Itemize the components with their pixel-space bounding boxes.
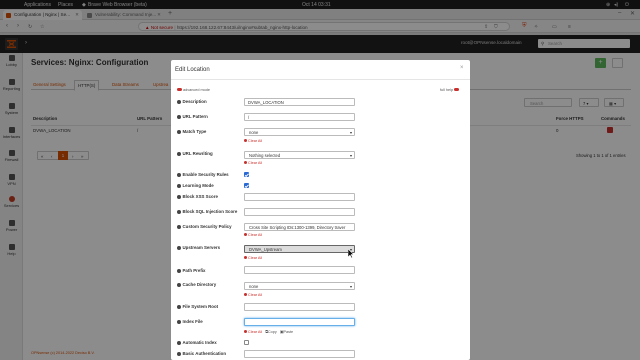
clear-all-link[interactable]: Clear All (244, 330, 262, 334)
clear-all-link[interactable]: Clear All (244, 293, 262, 297)
field-label-file-system-root: File System Root (177, 304, 218, 309)
remove-icon (244, 293, 247, 296)
edit-location-dialog: Edit Location × advanced mode full help … (171, 60, 470, 360)
upstream-servers-select[interactable]: DVWA_Upstream ▾ (244, 245, 355, 253)
automatic-index-checkbox[interactable] (244, 340, 249, 345)
field-label-description: Description (177, 99, 207, 104)
description-input[interactable]: DVWA_LOCATION (244, 98, 355, 106)
remove-icon (244, 139, 247, 142)
field-label-basic-auth: Basic Authentication (177, 351, 226, 356)
clear-all-link[interactable]: Clear All (244, 139, 262, 143)
enable-security-rules-checkbox[interactable] (244, 172, 249, 177)
url-pattern-input[interactable]: / (244, 113, 355, 121)
paste-link[interactable]: ▣Paste (280, 330, 293, 334)
basic-auth-input[interactable] (244, 350, 355, 358)
info-icon[interactable] (177, 282, 181, 287)
field-label-upstream-servers: Upstream Servers (177, 245, 220, 250)
info-icon[interactable] (177, 268, 181, 273)
info-icon[interactable] (177, 151, 181, 156)
clear-all-link[interactable]: Clear All (244, 256, 262, 260)
learning-mode-checkbox[interactable] (244, 183, 249, 188)
dialog-header: Edit Location × (171, 60, 470, 80)
info-icon[interactable] (177, 351, 181, 356)
field-label-learning-mode: Learning Mode (177, 183, 214, 188)
dropdown-caret-icon: ▾ (349, 152, 352, 158)
info-icon[interactable] (177, 209, 181, 214)
sqli-score-input[interactable] (244, 208, 355, 216)
field-label-index-file: Index File (177, 319, 203, 324)
copy-link[interactable]: ⧉Copy (265, 330, 277, 334)
info-icon[interactable] (177, 183, 181, 188)
dropdown-caret-icon: ▾ (349, 283, 352, 289)
remove-icon (244, 256, 247, 259)
path-prefix-input[interactable] (244, 266, 355, 274)
info-icon[interactable] (177, 129, 181, 134)
advanced-mode-toggle[interactable]: advanced mode (177, 88, 210, 92)
field-label-sqli-score: Block SQL Injection Score (177, 209, 237, 214)
field-label-path-prefix: Path Prefix (177, 268, 205, 273)
info-icon[interactable] (177, 304, 181, 309)
index-file-input[interactable] (244, 318, 355, 326)
field-label-enable-security-rules: Enable Security Rules (177, 172, 229, 177)
field-label-cache-directory: Cache Directory (177, 282, 216, 287)
info-icon[interactable] (177, 224, 181, 229)
url-rewriting-select[interactable]: Nothing selected ▾ (244, 151, 355, 159)
field-label-url-pattern: URL Pattern (177, 114, 208, 119)
match-type-select[interactable]: none ▾ (244, 128, 355, 136)
remove-icon (244, 161, 247, 164)
field-label-automatic-index: Automatic Index (177, 340, 217, 345)
field-label-custom-security-policy: Custom Security Policy (177, 224, 232, 229)
info-icon[interactable] (177, 99, 181, 104)
cache-directory-select[interactable]: none ▾ (244, 282, 355, 290)
file-system-root-input[interactable] (244, 303, 355, 311)
info-icon[interactable] (177, 319, 181, 324)
close-icon[interactable]: × (460, 65, 464, 71)
remove-icon (244, 233, 247, 236)
info-icon[interactable] (177, 172, 181, 177)
clear-all-link[interactable]: Clear All (244, 233, 262, 237)
remove-icon (244, 330, 247, 333)
toggle-icon (454, 88, 460, 91)
field-label-url-rewriting: URL Rewriting (177, 151, 213, 156)
index-file-actions: Clear All ⧉Copy ▣Paste (244, 329, 293, 334)
info-icon[interactable] (177, 245, 181, 250)
custom-security-policy-select[interactable]: Cross Site Scripting IDs:1300-1399, Dire… (244, 223, 355, 231)
mouse-cursor-icon (348, 249, 354, 258)
info-icon[interactable] (177, 114, 181, 119)
dialog-title: Edit Location (175, 67, 210, 73)
info-icon[interactable] (177, 194, 181, 199)
field-label-match-type: Match Type (177, 129, 206, 134)
field-label-xss-score: Block XSS Score (177, 194, 218, 199)
full-help-toggle[interactable]: full help (440, 88, 460, 92)
dropdown-caret-icon: ▾ (349, 129, 352, 135)
info-icon[interactable] (177, 340, 181, 345)
clear-all-link[interactable]: Clear All (244, 161, 262, 165)
xss-score-input[interactable] (244, 193, 355, 201)
toggle-icon (177, 88, 182, 91)
